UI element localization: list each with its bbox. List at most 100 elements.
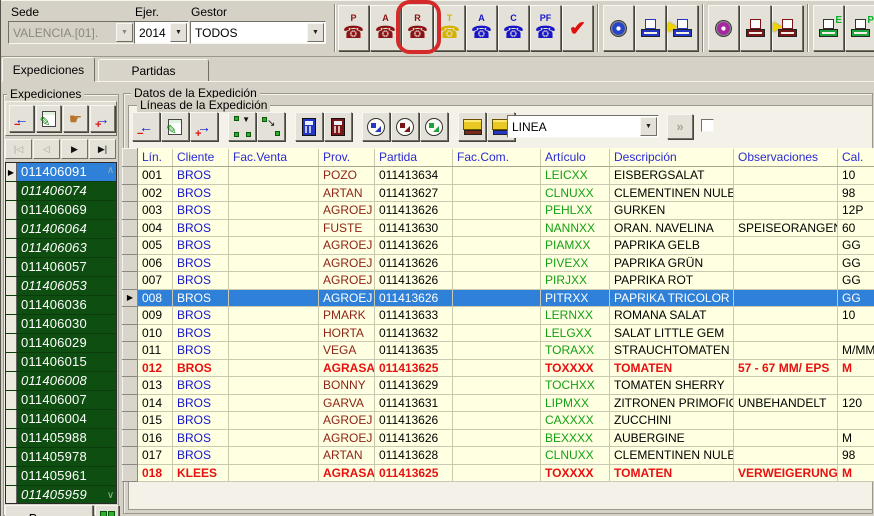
cell-ar[interactable]: PEHLXX (541, 202, 610, 220)
print-export-blue-button[interactable] (667, 5, 698, 51)
view-expedition-button[interactable]: ☛ (63, 105, 88, 132)
cell-fv[interactable] (229, 219, 319, 237)
cell-ca[interactable]: GG (838, 237, 874, 255)
cell-cl[interactable]: BROS (173, 289, 229, 307)
expedition-item[interactable]: 011406063 (6, 239, 116, 258)
table-row[interactable]: 007BROSAGROEJ011413626PIRJXXPAPRIKA ROTG… (123, 272, 874, 290)
expedition-item[interactable]: 011406057 (6, 258, 116, 277)
cell-pr[interactable]: AGROEJ (319, 429, 375, 447)
nav-next-button[interactable]: ▶ (61, 139, 88, 159)
cell-cl[interactable]: BROS (173, 219, 229, 237)
cell-ar[interactable]: TOXXXX (541, 359, 610, 377)
cell-ob[interactable] (734, 184, 838, 202)
calc-red-button[interactable] (324, 112, 352, 141)
cell-fv[interactable] (229, 307, 319, 325)
cell-ob[interactable] (734, 324, 838, 342)
nav-last-button[interactable]: ▶| (89, 139, 116, 159)
col-prov[interactable]: Prov. (319, 149, 375, 167)
cell-ca[interactable]: 12P (838, 202, 874, 220)
cell-fv[interactable] (229, 412, 319, 430)
cell-pa[interactable]: 011413635 (375, 342, 453, 360)
cell-pa[interactable]: 011413626 (375, 429, 453, 447)
cell-ob[interactable] (734, 272, 838, 290)
cell-fc[interactable] (453, 464, 541, 482)
cell-fv[interactable] (229, 167, 319, 185)
cell-lin[interactable]: 015 (138, 412, 173, 430)
cell-ob[interactable] (734, 237, 838, 255)
cell-de[interactable]: STRAUCHTOMATEN (610, 342, 734, 360)
col-observaciones[interactable]: Observaciones (734, 149, 838, 167)
nav-prev-button[interactable]: ◁ (33, 139, 60, 159)
cell-ob[interactable] (734, 202, 838, 220)
tab-expediciones[interactable]: Expediciones (2, 57, 95, 82)
scroll-down-icon[interactable]: ∨ (107, 490, 114, 501)
print-red-button[interactable] (740, 5, 771, 51)
cell-lin[interactable]: 013 (138, 377, 173, 395)
cell-ca[interactable]: GG (838, 272, 874, 290)
cell-pr[interactable]: AGROEJ (319, 289, 375, 307)
print-export-red-button[interactable] (772, 5, 803, 51)
gestor-dropdown-icon[interactable]: ▼ (307, 23, 324, 42)
cell-fv[interactable] (229, 394, 319, 412)
cell-ca[interactable]: M/MM (838, 342, 874, 360)
cell-cl[interactable]: BROS (173, 254, 229, 272)
cell-pr[interactable]: AGROEJ (319, 412, 375, 430)
ejercicio-combobox[interactable]: 2014 ▼ (134, 21, 189, 44)
cell-fv[interactable] (229, 429, 319, 447)
cell-ob[interactable] (734, 447, 838, 465)
cell-lin[interactable]: 004 (138, 219, 173, 237)
cell-ar[interactable]: PITRXX (541, 289, 610, 307)
table-row[interactable]: 016BROSAGROEJ011413626BEXXXXAUBERGINEM (123, 429, 874, 447)
edit-line-button[interactable]: ✎ (161, 112, 189, 141)
cell-fv[interactable] (229, 342, 319, 360)
cell-ar[interactable]: LEICXX (541, 167, 610, 185)
cell-fc[interactable] (453, 167, 541, 185)
table-row[interactable]: 009BROSPMARK011413633LERNXXROMANA SALAT1… (123, 307, 874, 325)
print-blue-button[interactable] (635, 5, 666, 51)
cell-pr[interactable]: AGRASA (319, 464, 375, 482)
table-row[interactable]: 010BROSHORTA011413632LELGXXSALAT LITTLE … (123, 324, 874, 342)
add-expedition-button[interactable]: → + (90, 105, 115, 132)
cell-fc[interactable] (453, 429, 541, 447)
cell-fv[interactable] (229, 289, 319, 307)
cell-cl[interactable]: BROS (173, 447, 229, 465)
filter-checkbox[interactable] (701, 119, 714, 132)
phone-p-button[interactable]: P☎ (338, 5, 369, 51)
table-row[interactable]: 006BROSAGROEJ011413626PIVEXXPAPRIKA GRÜN… (123, 254, 874, 272)
cell-lin[interactable]: 014 (138, 394, 173, 412)
cell-cl[interactable]: BROS (173, 359, 229, 377)
cell-fv[interactable] (229, 254, 319, 272)
cell-pr[interactable]: AGROEJ (319, 254, 375, 272)
col-cal[interactable]: Cal. (838, 149, 874, 167)
cell-ca[interactable]: M (838, 464, 874, 482)
move-line-button[interactable]: ↘ (257, 112, 285, 141)
phone-c-button[interactable]: C☎ (498, 5, 529, 51)
expedition-item[interactable]: 011406030 (6, 315, 116, 334)
expedition-item[interactable]: 011406074 (6, 182, 116, 201)
cell-de[interactable]: PAPRIKA GELB (610, 237, 734, 255)
cell-fc[interactable] (453, 307, 541, 325)
cell-pr[interactable]: AGROEJ (319, 237, 375, 255)
cell-de[interactable]: ZITRONEN PRIMOFIO (610, 394, 734, 412)
cell-ar[interactable]: PIAMXX (541, 237, 610, 255)
cell-de[interactable]: ORAN. NAVELINA (610, 219, 734, 237)
cell-pr[interactable]: PMARK (319, 307, 375, 325)
cell-fc[interactable] (453, 394, 541, 412)
cell-ob[interactable]: SPEISEORANGEN (734, 219, 838, 237)
cell-pr[interactable]: AGROEJ (319, 202, 375, 220)
cell-cl[interactable]: BROS (173, 342, 229, 360)
cell-de[interactable]: TOMATEN (610, 464, 734, 482)
cell-pr[interactable]: FUSTE (319, 219, 375, 237)
phone-r-button[interactable]: R☎ (402, 5, 433, 51)
table-row[interactable]: 015BROSAGROEJ011413626CAXXXXZUCCHINI (123, 412, 874, 430)
cell-cl[interactable]: BROS (173, 272, 229, 290)
cell-ar[interactable]: TOCHXX (541, 377, 610, 395)
phone-t-button[interactable]: T☎ (434, 5, 465, 51)
cell-ar[interactable]: CLNUXX (541, 447, 610, 465)
expedition-item[interactable]: 011406008 (6, 372, 116, 391)
cell-fc[interactable] (453, 377, 541, 395)
cell-ca[interactable]: M (838, 359, 874, 377)
col-facventa[interactable]: Fac.Venta (229, 149, 319, 167)
cell-lin[interactable]: 016 (138, 429, 173, 447)
cell-fc[interactable] (453, 359, 541, 377)
